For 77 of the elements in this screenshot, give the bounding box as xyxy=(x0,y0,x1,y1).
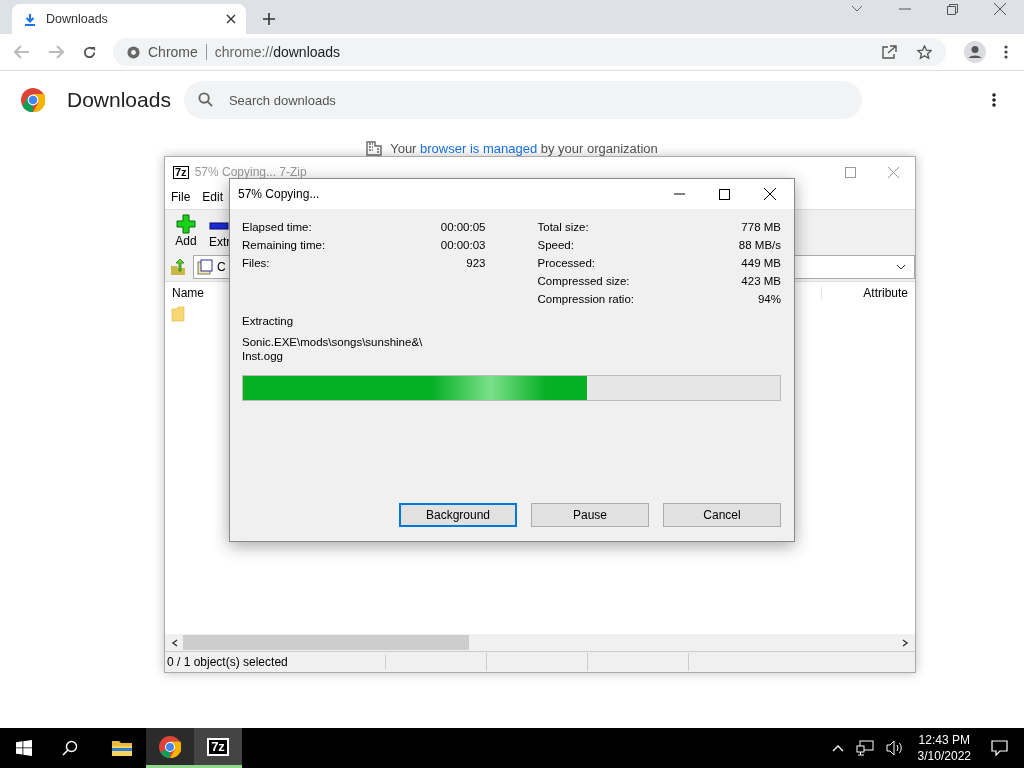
restore-icon[interactable] xyxy=(947,3,958,15)
app-logo-icon: 7z xyxy=(173,165,189,179)
dialog-button[interactable]: Cancel xyxy=(663,503,781,527)
page-title: Downloads xyxy=(67,88,171,112)
managed-notice: Your browser is managed by your organization xyxy=(390,141,658,156)
clock-date: 3/10/2022 xyxy=(917,748,971,764)
search-icon[interactable] xyxy=(62,740,78,756)
plus-icon[interactable] xyxy=(262,12,276,26)
stat-value: 778 MB xyxy=(741,221,781,235)
share-icon[interactable] xyxy=(882,45,897,59)
close-icon[interactable] xyxy=(764,188,776,200)
stat-label: Speed: xyxy=(537,239,574,253)
browser-tab[interactable]: Downloads xyxy=(12,4,246,34)
taskbar-app[interactable]: 7z xyxy=(194,728,242,768)
network-icon[interactable] xyxy=(855,740,874,756)
profile-avatar-icon[interactable] xyxy=(964,41,986,63)
column-header[interactable]: Name xyxy=(165,286,211,300)
more-menu-icon[interactable] xyxy=(992,93,996,107)
menu-item[interactable]: File xyxy=(171,190,191,206)
dialog-button[interactable]: Pause xyxy=(531,503,649,527)
download-icon xyxy=(24,12,36,26)
plus-icon xyxy=(176,214,196,234)
search-field[interactable]: Search downloads xyxy=(183,81,862,119)
toolbar-button[interactable]: Extr xyxy=(209,214,229,249)
scroll-left-icon[interactable] xyxy=(171,638,179,647)
stat-value: 449 MB xyxy=(741,257,781,271)
stat-label: Compression ratio: xyxy=(537,293,634,307)
stat-label: Compressed size: xyxy=(537,275,630,289)
stat-value: 94% xyxy=(757,293,781,307)
speaker-icon[interactable] xyxy=(885,740,904,756)
action-label: Extracting xyxy=(242,315,295,327)
building-icon xyxy=(366,141,383,156)
stat-label: Files: xyxy=(242,257,270,271)
toolbar-button[interactable]: Add xyxy=(173,214,199,249)
file-path: Sonic.EXE\mods\songs\sunshine&\ Inst.ogg xyxy=(242,335,424,363)
status-text: 0 / 1 object(s) selected xyxy=(165,655,386,669)
search-icon xyxy=(197,92,213,107)
clock-time: 12:43 PM xyxy=(918,732,970,748)
dialog-button[interactable]: Background xyxy=(399,503,517,527)
notification-icon[interactable] xyxy=(991,740,1008,756)
stat-label: Remaining time: xyxy=(242,239,326,253)
chevron-up-icon[interactable] xyxy=(831,744,844,752)
url-text: chrome://downloads xyxy=(214,44,341,60)
taskbar-app[interactable] xyxy=(146,728,194,768)
scroll-right-icon[interactable] xyxy=(901,638,909,647)
close-icon[interactable] xyxy=(226,14,236,24)
menu-item[interactable]: Edit xyxy=(202,190,224,206)
stat-value: 00:00:03 xyxy=(440,239,486,253)
stat-value: 923 xyxy=(466,257,486,271)
maximize-icon[interactable] xyxy=(719,188,730,200)
dialog-title: 57% Copying... xyxy=(238,187,320,201)
stat-value: 00:00:05 xyxy=(440,221,486,235)
stat-label: Total size: xyxy=(537,221,589,235)
folder-icon xyxy=(111,739,133,757)
star-icon[interactable] xyxy=(917,44,932,60)
taskbar-clock[interactable]: 12:43 PM 3/10/2022 xyxy=(917,732,971,764)
folder-icon xyxy=(171,306,185,322)
managed-link[interactable]: browser is managed xyxy=(420,141,538,156)
reload-icon[interactable] xyxy=(82,44,97,60)
stat-value: 88 MB/s xyxy=(738,239,781,253)
horizontal-scrollbar[interactable] xyxy=(165,634,915,651)
column-header[interactable]: Attribute xyxy=(821,286,915,300)
chrome-logo-icon xyxy=(21,88,45,112)
address-bar[interactable]: Chrome chrome://downloads xyxy=(113,38,946,66)
chrome-logo-icon xyxy=(127,45,140,59)
chevron-down-icon[interactable] xyxy=(896,264,906,270)
more-menu-icon[interactable] xyxy=(1004,45,1008,59)
site-label: Chrome xyxy=(148,44,198,60)
folder-up-icon[interactable] xyxy=(169,258,187,276)
archive-icon xyxy=(197,259,213,275)
stat-value: 423 MB xyxy=(741,275,781,289)
window-title: 57% Copying... 7-Zip xyxy=(194,165,307,179)
stat-label: Elapsed time: xyxy=(242,221,312,235)
stat-label: Processed: xyxy=(537,257,596,271)
start-windows-icon[interactable] xyxy=(16,740,32,756)
minus-icon xyxy=(209,222,229,230)
chrome-logo-icon xyxy=(159,735,181,758)
